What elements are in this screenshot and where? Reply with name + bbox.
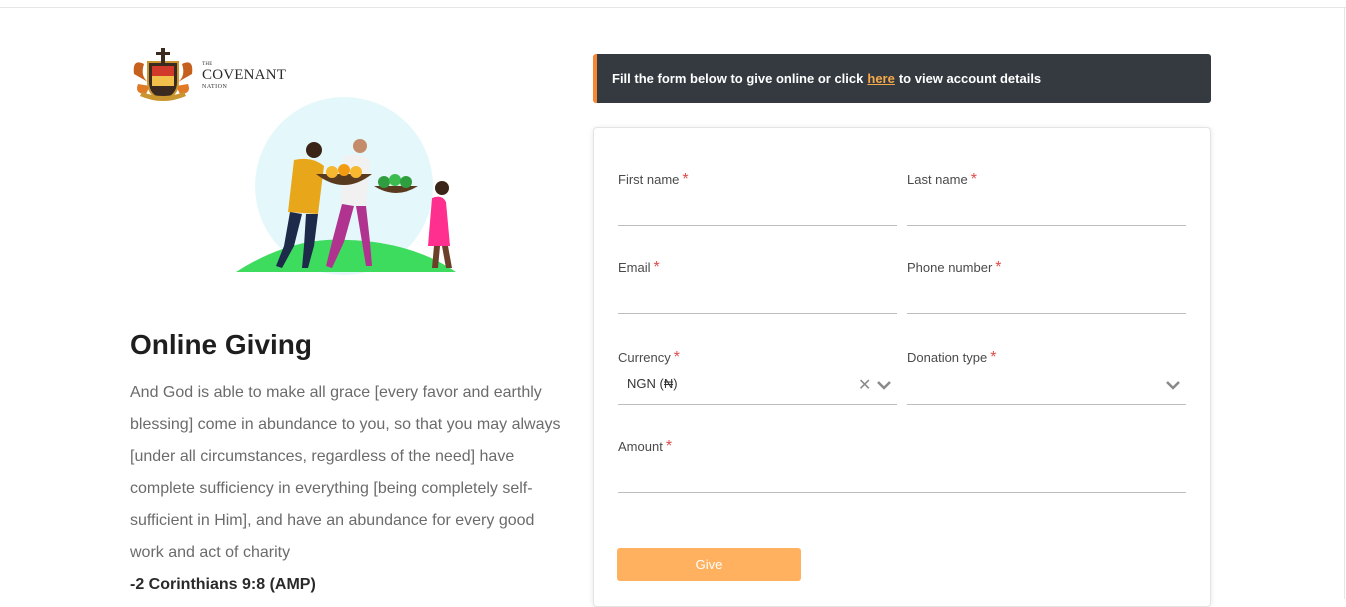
last-name-input[interactable] — [907, 195, 1186, 225]
page-title: Online Giving — [130, 329, 313, 360]
right-border — [1344, 7, 1345, 599]
logo-covenant: COVENANT — [202, 67, 287, 83]
currency-field: Currency * NGN (₦) ✕ — [618, 349, 897, 405]
info-banner: Fill the form below to give online or cl… — [593, 54, 1211, 103]
currency-label: Currency — [618, 350, 671, 365]
last-name-underline — [907, 225, 1186, 226]
first-name-label: First name — [618, 172, 680, 187]
first-name-input[interactable] — [618, 195, 897, 225]
email-input[interactable] — [618, 283, 897, 313]
banner-suffix: to view account details — [898, 71, 1042, 86]
give-button[interactable]: Give — [617, 548, 801, 581]
amount-underline — [618, 492, 1186, 493]
bible-verse: And God is able to make all grace [every… — [130, 384, 561, 561]
donation-type-underline — [907, 404, 1186, 405]
required-marker: * — [653, 259, 660, 276]
chevron-down-icon[interactable] — [1166, 380, 1180, 390]
required-marker: * — [673, 349, 680, 366]
top-border — [0, 7, 1346, 8]
email-underline — [618, 313, 897, 314]
giving-illustration — [236, 97, 456, 275]
account-details-link[interactable]: here — [867, 71, 894, 86]
amount-field: Amount * — [618, 438, 1186, 494]
last-name-label: Last name — [907, 172, 968, 187]
currency-underline — [618, 404, 897, 405]
amount-input[interactable] — [618, 462, 1186, 492]
phone-underline — [907, 313, 1186, 314]
required-marker: * — [682, 171, 689, 188]
first-name-underline — [618, 225, 897, 226]
logo-wordmark: THE COVENANT NATION — [202, 62, 286, 90]
giving-form-card: First name * Last name * Email * Phone numb… — [593, 127, 1211, 607]
last-name-field: Last name * — [907, 171, 1186, 227]
verse-reference: -2 Corinthians 9:8 (AMP) — [130, 576, 316, 593]
currency-selected-value: NGN (₦) — [627, 376, 678, 391]
phone-label: Phone number — [907, 260, 993, 275]
crest-icon — [133, 48, 193, 102]
donation-type-label: Donation type — [907, 350, 988, 365]
first-name-field: First name * — [618, 171, 897, 227]
donation-type-select[interactable] — [907, 367, 1186, 403]
currency-select[interactable]: NGN (₦) ✕ — [618, 367, 897, 403]
required-marker: * — [995, 259, 1002, 276]
email-label: Email — [618, 260, 651, 275]
phone-input[interactable] — [907, 283, 1186, 313]
amount-label: Amount — [618, 439, 663, 454]
donation-type-field: Donation type * — [907, 349, 1186, 405]
clear-icon[interactable]: ✕ — [858, 375, 871, 395]
email-field: Email * — [618, 259, 897, 315]
required-marker: * — [970, 171, 977, 188]
logo-nation: NATION — [202, 84, 228, 90]
banner-prefix: Fill the form below to give online or cl… — [612, 71, 864, 86]
chevron-down-icon[interactable] — [877, 380, 891, 390]
required-marker: * — [990, 349, 997, 366]
required-marker: * — [665, 438, 673, 455]
phone-field: Phone number * — [907, 259, 1186, 315]
